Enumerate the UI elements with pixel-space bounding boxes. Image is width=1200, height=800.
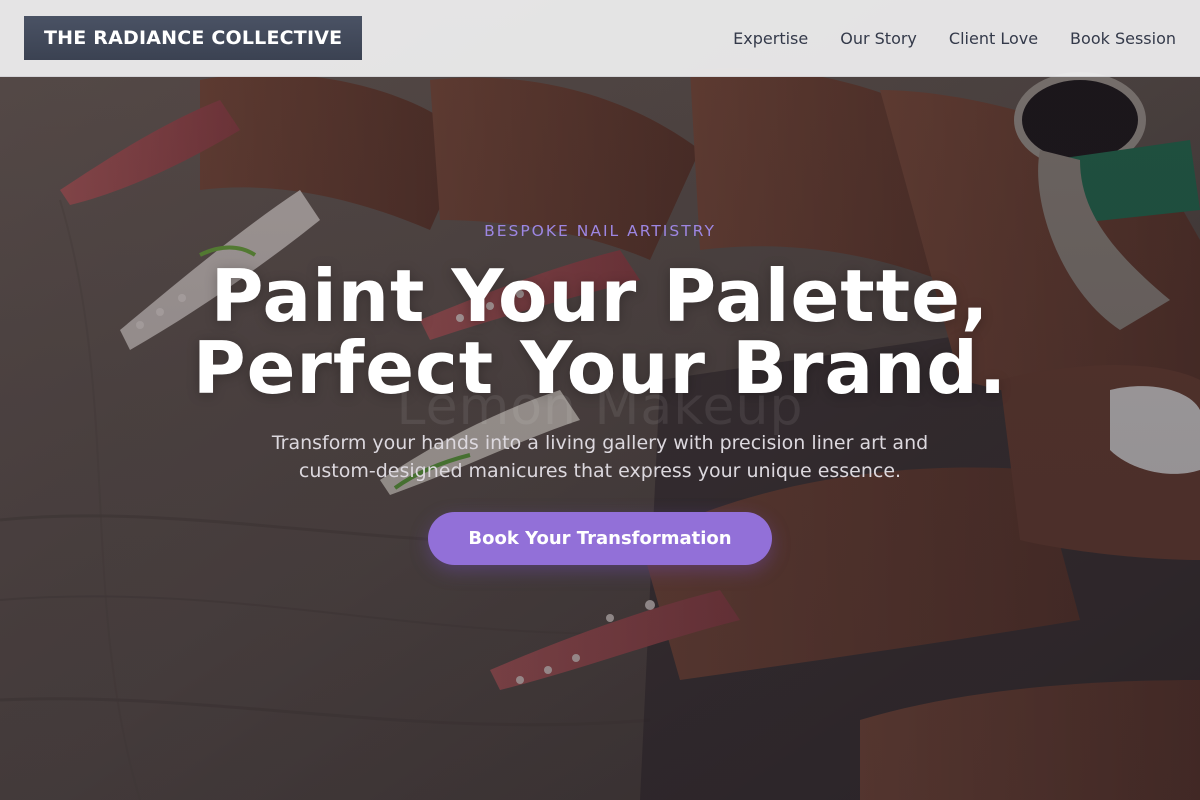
nav-link-expertise[interactable]: Expertise [733, 29, 808, 48]
nav-link-client-love[interactable]: Client Love [949, 29, 1038, 48]
site-header: THE RADIANCE COLLECTIVE Expertise Our St… [0, 0, 1200, 77]
book-transformation-button[interactable]: Book Your Transformation [428, 512, 772, 565]
hero-ghost-text: Lemon Makeup [396, 377, 804, 437]
hero-section: Lemon Makeup BESPOKE NAIL ARTISTRY Paint… [0, 77, 1200, 800]
brand-logo[interactable]: THE RADIANCE COLLECTIVE [24, 16, 363, 60]
nav-link-our-story[interactable]: Our Story [840, 29, 917, 48]
hero-subheadline: Transform your hands into a living galle… [271, 432, 929, 482]
hero-eyebrow: BESPOKE NAIL ARTISTRY [484, 222, 716, 240]
main-nav: Expertise Our Story Client Love Book Ses… [733, 29, 1176, 48]
nav-link-book-session[interactable]: Book Session [1070, 29, 1176, 48]
hero-headline-line-1: Paint Your Palette, [210, 254, 990, 338]
